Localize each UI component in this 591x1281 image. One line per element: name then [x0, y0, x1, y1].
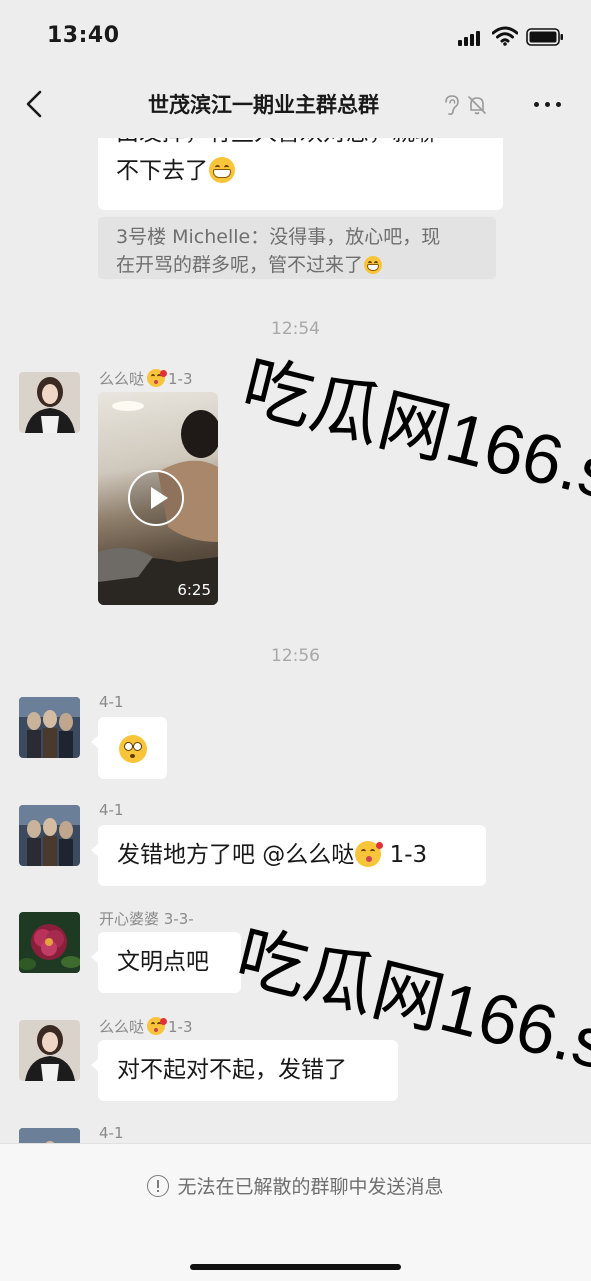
message-bubble[interactable]: 对不起对不起，发错了 — [91, 1040, 398, 1101]
kiss-emoji-icon — [355, 841, 384, 867]
quote-text: 在开骂的群多呢，管不过来了 — [116, 254, 364, 276]
more-dot-icon — [545, 102, 550, 107]
avatar-image — [19, 912, 80, 973]
message-timestamp: 12:54 — [271, 319, 320, 339]
message-text: 不下去了 — [116, 158, 208, 184]
cellular-signal-icon — [458, 31, 480, 46]
avatar[interactable] — [19, 805, 80, 866]
grin-emoji-icon — [209, 157, 235, 183]
surprised-emoji-icon — [119, 735, 147, 763]
avatar[interactable] — [19, 1020, 80, 1081]
kiss-emoji-icon — [147, 1017, 168, 1035]
notice-text: 无法在已解散的群聊中发送消息 — [177, 1176, 444, 1198]
message-bubble[interactable]: 发错地方了吧 @么么哒 1-3 — [91, 825, 486, 886]
battery-icon — [526, 28, 563, 46]
avatar[interactable] — [19, 697, 80, 758]
sender-name: 么么哒 1-3 — [99, 1017, 193, 1036]
message-bubble[interactable] — [91, 717, 167, 779]
message-bubble[interactable]: 文明点吧 — [91, 932, 241, 993]
kiss-emoji-icon — [147, 369, 168, 387]
more-dot-icon — [534, 102, 539, 107]
avatar-image — [19, 697, 80, 758]
disbanded-notice: 无法在已解散的群聊中发送消息 — [0, 1172, 591, 1199]
video-duration: 6:25 — [177, 581, 211, 599]
sender-name: 4-1 — [99, 1124, 124, 1142]
quote-text: 3号楼 Michelle：没得事，放心吧，现 — [116, 226, 441, 248]
mute-bell-icon — [468, 96, 486, 115]
avatar-image — [19, 372, 80, 433]
sender-name: 么么哒 1-3 — [99, 369, 193, 388]
sender-name: 4-1 — [99, 801, 124, 819]
message-text: 发错地方了吧 @么么哒 — [117, 842, 355, 868]
avatar-image — [19, 1128, 80, 1143]
message-text: 由发挥，有些人喜欢对怼，就聊 — [116, 138, 438, 150]
play-icon[interactable] — [128, 470, 184, 526]
quoted-message[interactable]: 3号楼 Michelle：没得事，放心吧，现 在开骂的群多呢，管不过来了 — [98, 217, 496, 279]
avatar-image — [19, 1020, 80, 1081]
sender-name: 开心婆婆 3-3- — [99, 910, 194, 928]
avatar[interactable] — [19, 1128, 80, 1143]
avatar[interactable] — [19, 372, 80, 433]
status-time: 13:40 — [47, 23, 120, 48]
more-options-button[interactable] — [530, 94, 566, 114]
home-indicator[interactable] — [190, 1264, 401, 1270]
input-disabled-bar: 无法在已解散的群聊中发送消息 — [0, 1143, 591, 1281]
ear-icon — [445, 95, 459, 116]
chat-title: 世茂滨江一期业主群总群 — [148, 93, 379, 117]
message-text: 文明点吧 — [117, 949, 209, 975]
sender-name: 4-1 — [99, 693, 124, 711]
info-icon — [147, 1175, 170, 1197]
avatar[interactable] — [19, 912, 80, 973]
message-text: 对不起对不起，发错了 — [117, 1057, 347, 1083]
more-dot-icon — [556, 102, 561, 107]
message-bubble[interactable]: 由发挥，有些人喜欢对怼，就聊 不下去了 — [98, 138, 503, 210]
chat-header: 世茂滨江一期业主群总群 — [0, 70, 591, 138]
avatar-image — [19, 805, 80, 866]
message-timestamp: 12:56 — [271, 646, 320, 666]
back-button[interactable] — [16, 84, 52, 124]
message-text: 1-3 — [382, 842, 428, 868]
wifi-icon — [492, 26, 518, 46]
grin-emoji-icon — [364, 256, 383, 274]
video-message[interactable]: 6:25 — [98, 392, 218, 605]
status-bar: 13:40 — [0, 0, 591, 70]
